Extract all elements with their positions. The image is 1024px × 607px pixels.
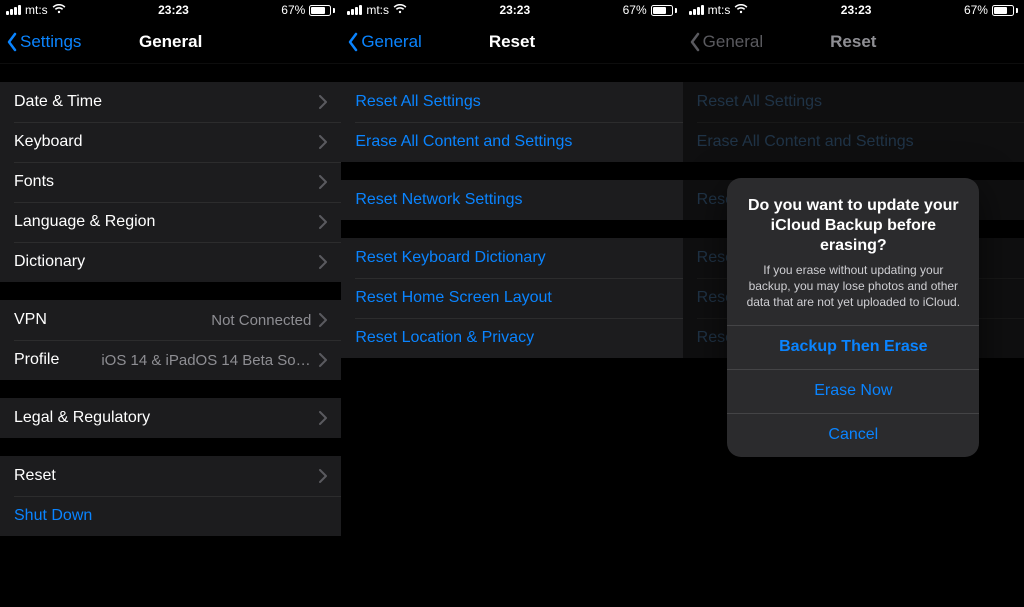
status-bar: mt:s 23:23 67%	[0, 0, 341, 20]
settings-row[interactable]: Date & Time	[0, 82, 341, 122]
nav-bar: General Reset	[683, 20, 1024, 64]
wifi-icon	[393, 4, 407, 17]
settings-row[interactable]: VPN Not Connected	[0, 300, 341, 340]
erase-now-button[interactable]: Erase Now	[727, 369, 979, 413]
battery-icon	[309, 5, 335, 16]
screen-reset-alert: mt:s 23:23 67% General Reset Reset All S…	[683, 0, 1024, 607]
settings-row[interactable]: Language & Region	[0, 202, 341, 242]
chevron-right-icon	[319, 215, 327, 229]
settings-row[interactable]: Profile iOS 14 & iPadOS 14 Beta Softwar…	[0, 340, 341, 380]
carrier-label: mt:s	[25, 3, 48, 17]
back-button: General	[689, 32, 763, 52]
chevron-right-icon	[319, 469, 327, 483]
settings-group: VPN Not Connected Profile iOS 14 & iPadOS 1…	[0, 300, 341, 380]
status-time: 23:23	[499, 3, 530, 17]
row-label: Date & Time	[14, 93, 102, 111]
battery-percent: 67%	[623, 3, 647, 17]
row-label: Reset All Settings	[355, 93, 480, 111]
row-label: Language & Region	[14, 213, 155, 231]
chevron-right-icon	[319, 255, 327, 269]
battery-percent: 67%	[964, 3, 988, 17]
settings-row[interactable]: Keyboard	[0, 122, 341, 162]
row-detail: Not Connected	[211, 312, 311, 329]
carrier-label: mt:s	[708, 3, 731, 17]
chevron-right-icon	[319, 353, 327, 367]
chevron-left-icon	[689, 32, 701, 52]
battery-icon	[651, 5, 677, 16]
chevron-right-icon	[319, 313, 327, 327]
row-label: Reset Keyboard Dictionary	[355, 249, 545, 267]
settings-row[interactable]: Erase All Content and Settings	[341, 122, 682, 162]
settings-row[interactable]: Reset Home Screen Layout	[341, 278, 682, 318]
status-time: 23:23	[841, 3, 872, 17]
chevron-right-icon	[319, 411, 327, 425]
cellular-signal-icon	[689, 5, 704, 15]
row-label: Legal & Regulatory	[14, 409, 150, 427]
cellular-signal-icon	[6, 5, 21, 15]
settings-row[interactable]: Reset	[0, 456, 341, 496]
settings-group: Reset Shut Down	[0, 456, 341, 536]
row-label: Erase All Content and Settings	[355, 133, 572, 151]
row-label: Dictionary	[14, 253, 85, 271]
row-label: Reset Home Screen Layout	[355, 289, 552, 307]
status-bar: mt:s 23:23 67%	[683, 0, 1024, 20]
settings-group: Reset Keyboard Dictionary Reset Home Scre…	[341, 238, 682, 358]
battery-percent: 67%	[281, 3, 305, 17]
settings-group: Reset Network Settings	[341, 180, 682, 220]
carrier-label: mt:s	[366, 3, 389, 17]
wifi-icon	[52, 4, 66, 17]
battery-icon	[992, 5, 1018, 16]
row-label: VPN	[14, 311, 47, 329]
settings-group: Legal & Regulatory	[0, 398, 341, 438]
back-button[interactable]: Settings	[6, 32, 81, 52]
back-label: General	[703, 32, 763, 52]
settings-row[interactable]: Dictionary	[0, 242, 341, 282]
alert-sheet: Do you want to update your iCloud Backup…	[727, 178, 979, 457]
alert-message: If you erase without updating your backu…	[743, 262, 963, 311]
row-label: Fonts	[14, 173, 54, 191]
row-detail: iOS 14 & iPadOS 14 Beta Softwar…	[101, 352, 311, 369]
settings-row[interactable]: Reset Network Settings	[341, 180, 682, 220]
back-label: Settings	[20, 32, 81, 52]
settings-row[interactable]: Fonts	[0, 162, 341, 202]
cellular-signal-icon	[347, 5, 362, 15]
row-label: Profile	[14, 351, 59, 369]
row-label: Keyboard	[14, 133, 83, 151]
chevron-right-icon	[319, 135, 327, 149]
wifi-icon	[734, 4, 748, 17]
row-label: Reset Location & Privacy	[355, 329, 534, 347]
row-label: Reset	[14, 467, 56, 485]
screen-general: mt:s 23:23 67% Settings General Date & T…	[0, 0, 341, 607]
back-button[interactable]: General	[347, 32, 421, 52]
nav-bar: General Reset	[341, 20, 682, 64]
alert-title: Do you want to update your iCloud Backup…	[743, 196, 963, 256]
settings-group: Reset All Settings Erase All Content and …	[341, 82, 682, 162]
settings-row[interactable]: Reset All Settings	[341, 82, 682, 122]
settings-row[interactable]: Reset Keyboard Dictionary	[341, 238, 682, 278]
back-label: General	[361, 32, 421, 52]
cancel-button[interactable]: Cancel	[727, 413, 979, 457]
settings-row[interactable]: Legal & Regulatory	[0, 398, 341, 438]
settings-group: Date & Time Keyboard Fonts Language & Regio…	[0, 82, 341, 282]
chevron-right-icon	[319, 175, 327, 189]
nav-bar: Settings General	[0, 20, 341, 64]
backup-then-erase-button[interactable]: Backup Then Erase	[727, 325, 979, 369]
chevron-left-icon	[347, 32, 359, 52]
status-time: 23:23	[158, 3, 189, 17]
row-label: Reset Network Settings	[355, 191, 522, 209]
settings-row[interactable]: Reset Location & Privacy	[341, 318, 682, 358]
screen-reset: mt:s 23:23 67% General Reset Reset All S…	[341, 0, 682, 607]
chevron-right-icon	[319, 95, 327, 109]
status-bar: mt:s 23:23 67%	[341, 0, 682, 20]
row-label: Shut Down	[14, 507, 92, 525]
chevron-left-icon	[6, 32, 18, 52]
settings-row[interactable]: Shut Down	[0, 496, 341, 536]
